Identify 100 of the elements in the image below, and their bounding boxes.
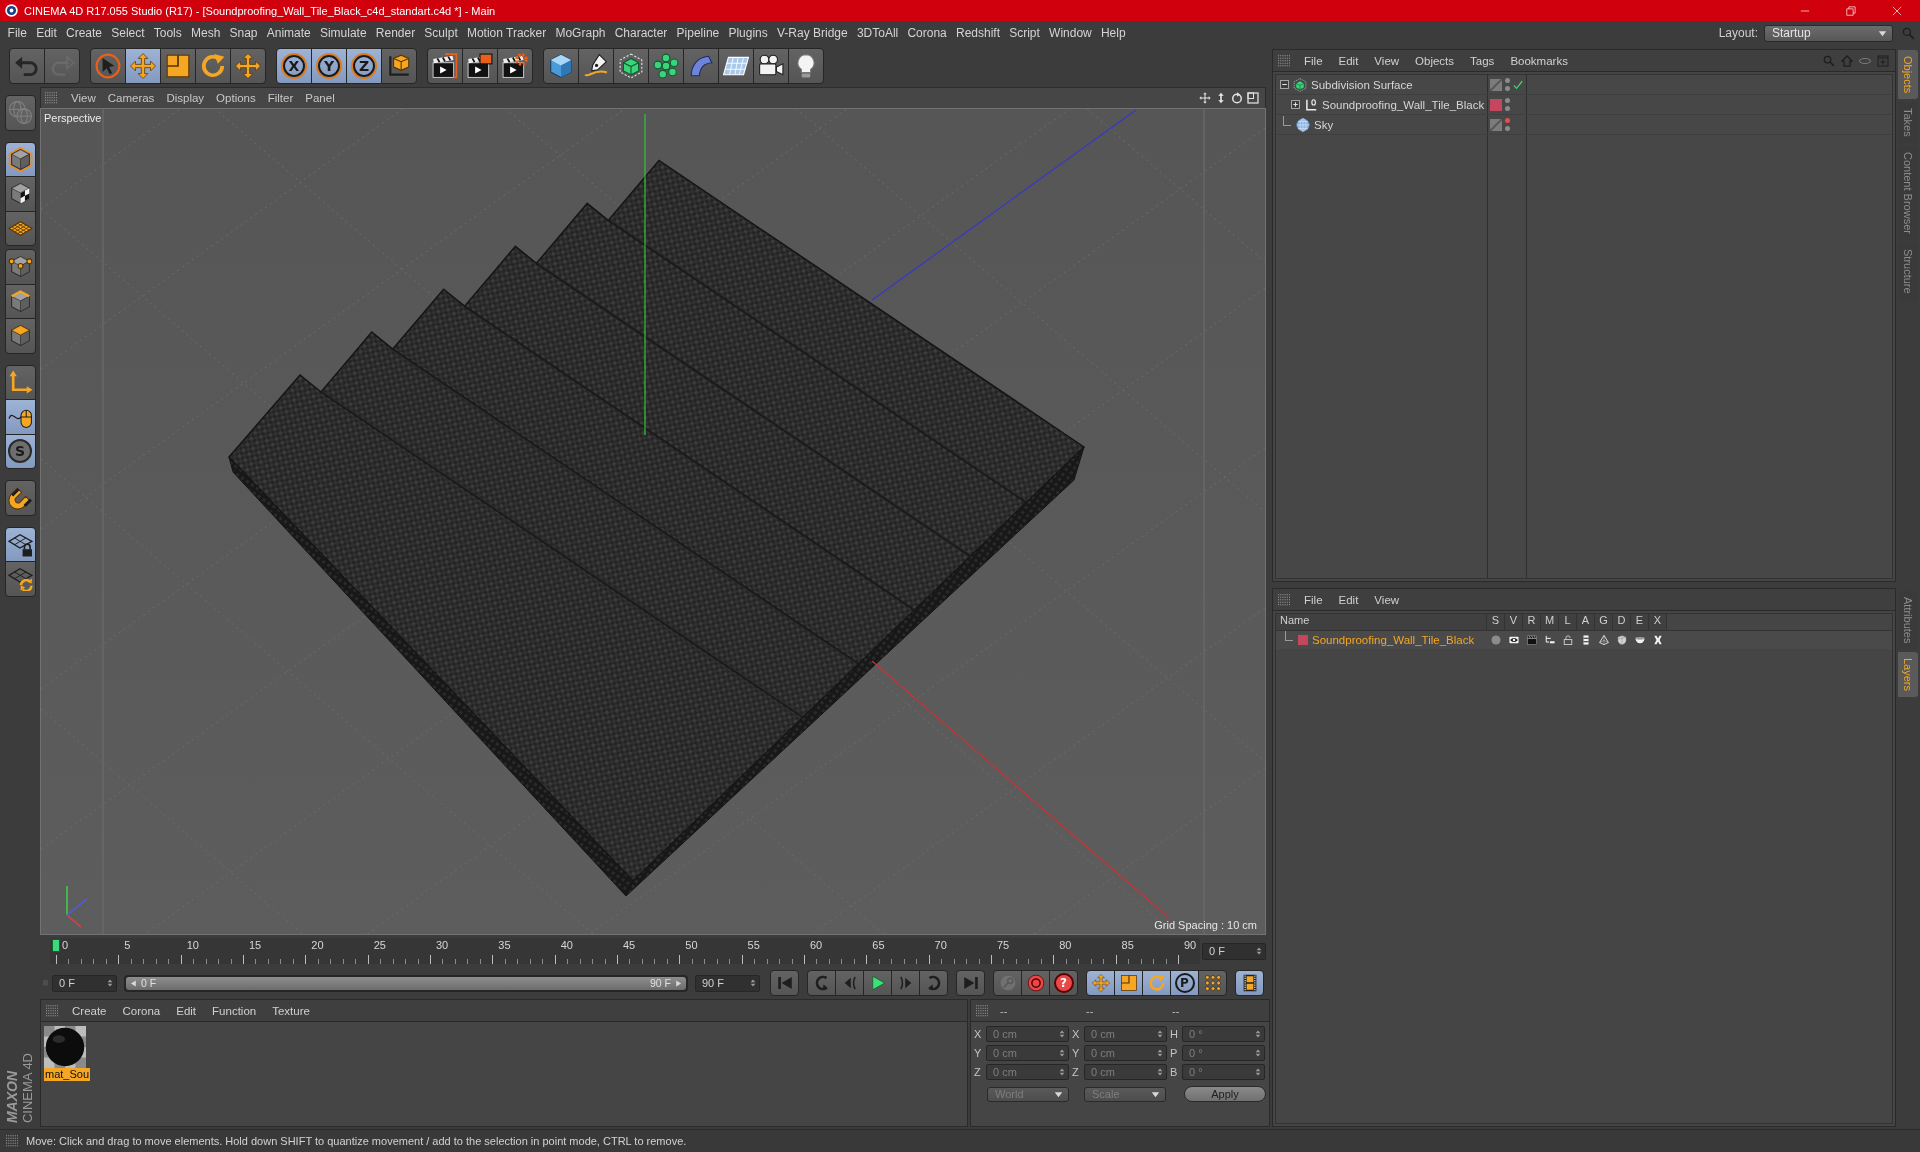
model-mode-button[interactable]: [4, 141, 36, 177]
column-header[interactable]: M: [1541, 614, 1559, 630]
light-button[interactable]: [788, 48, 824, 84]
shield-icon[interactable]: [1617, 635, 1627, 645]
points-mode-button[interactable]: [4, 249, 36, 285]
spline-pen-button[interactable]: [578, 48, 614, 84]
current-frame-field[interactable]: 0 F: [1202, 942, 1266, 960]
menu-item[interactable]: Tools: [149, 26, 187, 40]
layer-swatch-icon[interactable]: [1490, 98, 1502, 111]
menu-item[interactable]: Redshift: [951, 26, 1005, 40]
menu-item[interactable]: Animate: [262, 26, 316, 40]
grip-icon[interactable]: [45, 92, 57, 104]
menu-item[interactable]: Script: [1004, 26, 1045, 40]
menu-item[interactable]: V-Ray Bridge: [772, 26, 853, 40]
grip-icon[interactable]: [46, 1004, 58, 1017]
cube-button[interactable]: [543, 48, 579, 84]
texture-mode-button[interactable]: [4, 176, 36, 212]
workplane-mode-button[interactable]: [4, 210, 36, 246]
menu-item[interactable]: Objects: [1407, 54, 1463, 67]
render-to-viewer-button[interactable]: [462, 48, 498, 84]
axis-lock-button[interactable]: Z: [346, 48, 382, 84]
menu-item[interactable]: Window: [1044, 26, 1097, 40]
timeline-button[interactable]: [1235, 970, 1264, 996]
minus-box-icon[interactable]: [1280, 80, 1289, 89]
undo-button[interactable]: [9, 48, 45, 84]
pyramid-icon[interactable]: [1599, 635, 1609, 645]
column-header[interactable]: L: [1559, 614, 1577, 630]
menu-item[interactable]: MoGraph: [550, 26, 611, 40]
menu-item[interactable]: Plugins: [723, 26, 773, 40]
point-level-button[interactable]: P: [1170, 970, 1199, 996]
menu-item[interactable]: File: [3, 26, 32, 40]
grip-icon[interactable]: [976, 1004, 988, 1017]
floor-button[interactable]: [718, 48, 754, 84]
cloner-button[interactable]: [648, 48, 684, 84]
go-to-end-button[interactable]: [956, 970, 985, 996]
play-button[interactable]: [863, 970, 892, 996]
axis-lock-button[interactable]: X: [276, 48, 312, 84]
plus-box-icon[interactable]: [1291, 100, 1300, 109]
selection-tool-button[interactable]: [90, 48, 126, 84]
menu-item[interactable]: File: [1296, 54, 1331, 67]
check-icon[interactable]: [1513, 79, 1523, 90]
bend-deformer-button[interactable]: [683, 48, 719, 84]
layer-name[interactable]: Soundproofing_Wall_Tile_Black: [1312, 634, 1475, 646]
menu-item[interactable]: View: [1366, 593, 1408, 606]
menu-item[interactable]: Edit: [1330, 54, 1367, 67]
column-header[interactable]: D: [1613, 614, 1631, 630]
timeline-ruler[interactable]: 0 5 10 15 20 25 30 35 40 45 50 55 60 65 70 75 80 85 90: [50, 938, 1200, 964]
menu-item[interactable]: Help: [1096, 26, 1131, 40]
spinner-icon[interactable]: [106, 978, 114, 988]
menu-item[interactable]: Edit: [168, 1004, 205, 1017]
playhead[interactable]: [52, 939, 60, 952]
next-key-button[interactable]: [919, 970, 948, 996]
subdivision-surface-button[interactable]: [613, 48, 649, 84]
spinner-icon[interactable]: [1255, 946, 1263, 956]
menu-item[interactable]: Panel: [299, 92, 341, 104]
column-header[interactable]: S: [1487, 614, 1505, 630]
menu-item[interactable]: Filter: [261, 92, 300, 104]
layer-swatch-icon[interactable]: [1298, 635, 1308, 645]
camera-button[interactable]: [753, 48, 789, 84]
render-settings-button[interactable]: [497, 48, 533, 84]
polygons-mode-button[interactable]: [4, 318, 36, 354]
scale-tool-button[interactable]: [160, 48, 196, 84]
menu-item[interactable]: Sculpt: [419, 26, 463, 40]
magnet-button[interactable]: [4, 480, 36, 516]
menu-item[interactable]: Edit: [1330, 593, 1367, 606]
menu-item[interactable]: View: [65, 92, 102, 104]
go-to-start-button[interactable]: [770, 970, 799, 996]
cross-shape-icon[interactable]: [1653, 635, 1663, 645]
orbit-icon[interactable]: [1231, 92, 1243, 104]
column-header[interactable]: V: [1505, 614, 1523, 630]
editor-visibility-dot-icon[interactable]: [1505, 118, 1510, 123]
menu-item[interactable]: Render: [371, 26, 420, 40]
grip-icon[interactable]: [1278, 593, 1290, 606]
menu-item[interactable]: Motion Tracker: [462, 26, 551, 40]
column-header[interactable]: R: [1523, 614, 1541, 630]
menu-item[interactable]: Options: [210, 92, 262, 104]
menu-item[interactable]: Edit: [31, 26, 62, 40]
menu-item[interactable]: Mesh: [186, 26, 225, 40]
side-tab[interactable]: Objects: [1898, 50, 1918, 100]
render-visibility-dot-icon[interactable]: [1505, 106, 1510, 111]
side-tab[interactable]: Layers: [1898, 652, 1918, 698]
menu-item[interactable]: Cameras: [101, 92, 161, 104]
object-name[interactable]: Soundproofing_Wall_Tile_Black: [1322, 98, 1485, 111]
spinner-icon[interactable]: [749, 978, 757, 988]
menu-item[interactable]: Function: [204, 1004, 265, 1017]
menu-item[interactable]: Simulate: [315, 26, 372, 40]
planar-workplane-button[interactable]: [4, 561, 36, 597]
lock-workplane-button[interactable]: [4, 526, 36, 562]
previous-key-button[interactable]: [807, 970, 836, 996]
editor-visibility-dot-icon[interactable]: [1505, 78, 1510, 83]
menu-item[interactable]: Pipeline: [671, 26, 724, 40]
menu-item[interactable]: File: [1296, 593, 1331, 606]
key-rotation-button[interactable]: [1142, 970, 1171, 996]
column-header[interactable]: A: [1577, 614, 1595, 630]
object-name[interactable]: Sky: [1314, 118, 1334, 131]
lock-icon[interactable]: [1563, 635, 1573, 645]
maximize-icon[interactable]: [1247, 92, 1259, 104]
rotate-tool-button[interactable]: [195, 48, 231, 84]
material-name[interactable]: mat_Sou: [44, 1068, 91, 1081]
menu-item[interactable]: Bookmarks: [1502, 54, 1576, 67]
